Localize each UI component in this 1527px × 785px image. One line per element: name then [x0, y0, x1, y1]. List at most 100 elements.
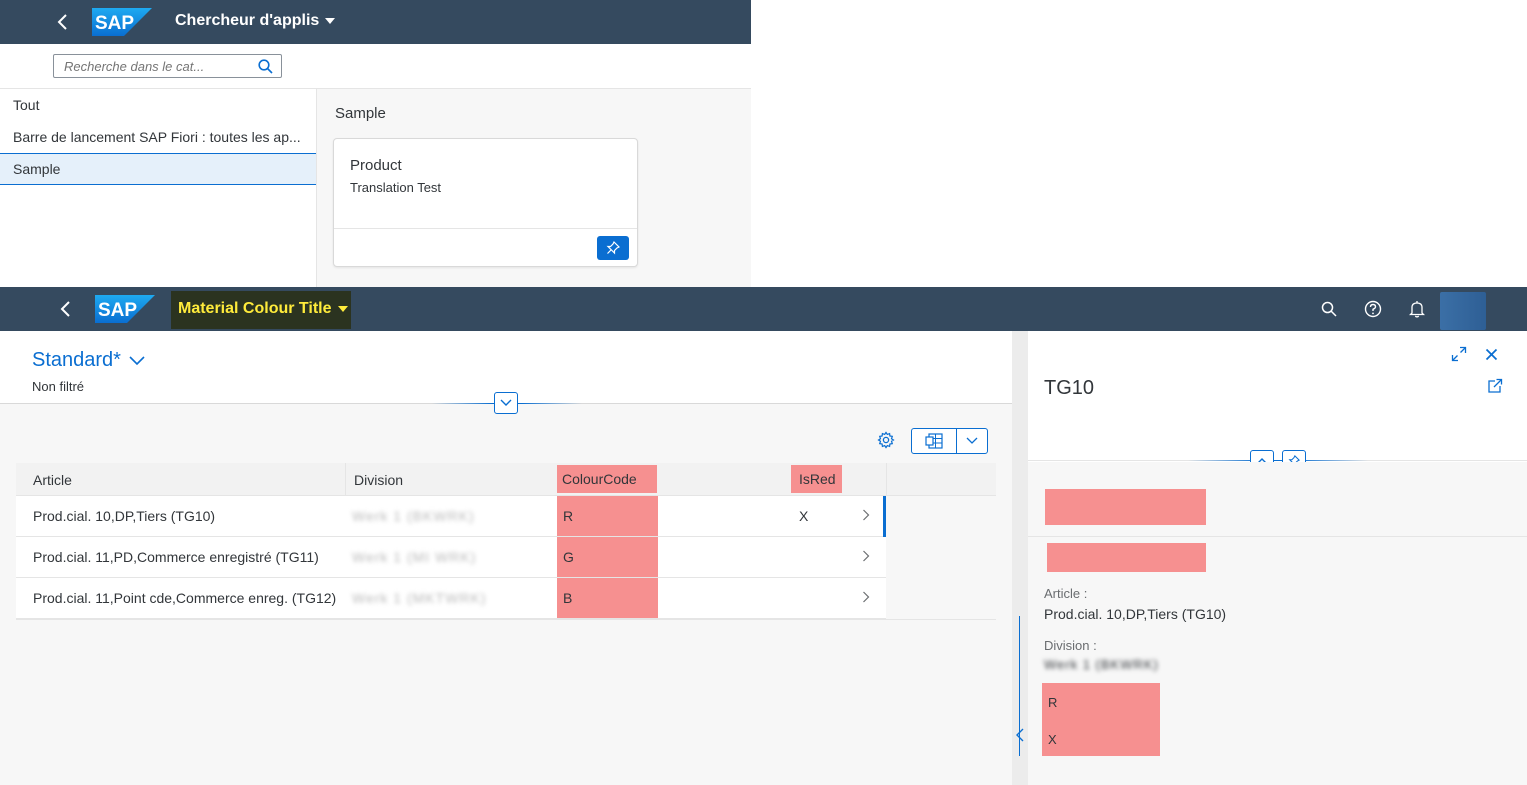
catalog-search-field[interactable] [53, 54, 282, 78]
field-value-colourcode: R [1048, 695, 1058, 710]
sap-logo[interactable]: SAP [95, 295, 155, 323]
finder-title: Chercheur d'applis [175, 12, 320, 29]
cell-division: Werk 1 (BKWRK) [352, 508, 475, 524]
pin-button[interactable] [597, 236, 629, 260]
cell-isred: X [799, 508, 809, 524]
fullscreen-button[interactable] [1449, 344, 1469, 364]
cell-article: Prod.cial. 11,Point cde,Commerce enreg. … [33, 590, 337, 606]
table-row[interactable]: Prod.cial. 11,Point cde,Commerce enreg. … [16, 578, 886, 619]
header-collapse-line [1188, 460, 1368, 461]
nav-item-label: Sample [13, 161, 61, 177]
field-value-division: Werk 1 (BKWRK) [1044, 657, 1159, 672]
share-button[interactable] [1485, 376, 1505, 396]
tile-subtitle: Translation Test [350, 180, 442, 195]
fullscreen-icon [1451, 346, 1467, 362]
catalog-content: Sample Product Translation Test [317, 89, 751, 287]
app-tile-product[interactable]: Product Translation Test [333, 138, 638, 267]
cell-division: Werk 1 (MKTWRK) [352, 590, 487, 606]
material-colour-app: SAP Material Colour Title Standard* Non … [0, 287, 1527, 785]
back-button[interactable] [53, 12, 73, 32]
caret-down-icon [325, 18, 336, 24]
search-icon[interactable] [258, 59, 273, 74]
header-collapse-button[interactable] [494, 392, 518, 414]
highlighted-field [1045, 489, 1206, 525]
chevron-left-icon[interactable] [1015, 728, 1025, 742]
app-title: Material Colour Title [178, 300, 332, 317]
detail-header: TG10 [1028, 331, 1527, 461]
user-avatar[interactable] [1440, 292, 1486, 330]
chevron-right-icon[interactable] [862, 509, 870, 521]
back-arrow-icon [60, 301, 70, 317]
chevron-right-icon[interactable] [862, 550, 870, 562]
nav-item-all[interactable]: Tout [0, 89, 316, 121]
table-settings-button[interactable] [877, 431, 897, 451]
app-finder-panel: SAP Chercheur d'applis Tout Barre de lan… [0, 0, 751, 287]
highlighted-field [1047, 543, 1206, 572]
app-shell-bar: SAP Material Colour Title [0, 287, 1527, 331]
close-button[interactable] [1481, 344, 1501, 364]
search-button[interactable] [1319, 299, 1339, 319]
filter-status: Non filtré [32, 379, 85, 394]
column-header-isred[interactable]: IsRed [791, 465, 842, 493]
cell-article: Prod.cial. 11,PD,Commerce enregistré (TG… [33, 549, 319, 565]
nav-item-fiori-launchpad[interactable]: Barre de lancement SAP Fiori : toutes le… [0, 121, 316, 153]
search-icon [1321, 301, 1337, 317]
chevron-down-icon [129, 355, 145, 365]
nav-item-label: Tout [13, 97, 40, 113]
app-title-menu[interactable]: Material Colour Title [178, 300, 348, 318]
cell-colourcode: G [557, 537, 658, 577]
tile-title: Product [350, 157, 402, 174]
object-detail-pane: TG10 Article : Prod.cial. 10,DP,Tiers (T… [1028, 331, 1527, 785]
export-dropdown-button[interactable] [957, 429, 987, 453]
finder-title-menu[interactable]: Chercheur d'applis [175, 12, 336, 30]
detail-content: Article : Prod.cial. 10,DP,Tiers (TG10) … [1028, 462, 1527, 785]
back-arrow-icon [57, 14, 67, 30]
group-title: Sample [335, 105, 386, 122]
column-header-colourcode[interactable]: ColourCode [557, 465, 657, 493]
field-label-division: Division : [1044, 638, 1097, 653]
spreadsheet-icon [925, 433, 943, 449]
highlighted-field-group: R X [1042, 683, 1160, 756]
pin-icon [606, 241, 620, 255]
column-separator [886, 463, 887, 496]
export-main-button[interactable] [912, 429, 958, 453]
field-label-article: Article : [1044, 586, 1088, 601]
table-row[interactable]: Prod.cial. 10,DP,Tiers (TG10) Werk 1 (BK… [16, 496, 886, 537]
layout-splitter[interactable] [1012, 331, 1028, 785]
field-value-isred: X [1048, 732, 1057, 747]
column-separator [345, 463, 346, 496]
help-icon [1364, 300, 1382, 318]
table-header: Article Division ColourCode IsRed [16, 463, 996, 496]
column-header-division[interactable]: Division [354, 463, 403, 496]
notifications-button[interactable] [1407, 299, 1427, 319]
field-value-article: Prod.cial. 10,DP,Tiers (TG10) [1044, 606, 1227, 622]
gear-icon [877, 431, 895, 449]
share-icon [1488, 378, 1503, 393]
finder-shell-bar: SAP Chercheur d'applis [0, 0, 751, 44]
help-button[interactable] [1363, 299, 1383, 319]
close-icon [1485, 348, 1497, 360]
variant-selector[interactable]: Standard* [32, 349, 145, 372]
cell-division: Werk 1 (MI WRK) [352, 549, 477, 565]
tile-footer-divider [334, 228, 637, 229]
cell-article: Prod.cial. 10,DP,Tiers (TG10) [33, 508, 216, 524]
nav-item-sample[interactable]: Sample [0, 153, 316, 185]
svg-text:SAP: SAP [98, 300, 137, 321]
chevron-down-icon [500, 399, 512, 406]
column-header-article[interactable]: Article [33, 463, 72, 496]
table-row[interactable]: Prod.cial. 11,PD,Commerce enregistré (TG… [16, 537, 886, 578]
export-button[interactable] [911, 428, 988, 454]
sap-logo[interactable]: SAP [92, 8, 152, 36]
nav-item-label: Barre de lancement SAP Fiori : toutes le… [13, 129, 301, 145]
back-button[interactable] [56, 299, 76, 319]
table-bottom-border [16, 619, 996, 620]
caret-down-icon [337, 306, 348, 312]
divider [1028, 536, 1527, 537]
chevron-down-icon [966, 437, 978, 444]
svg-text:SAP: SAP [95, 13, 134, 34]
catalog-nav-list: Tout Barre de lancement SAP Fiori : tout… [0, 89, 317, 287]
cell-colourcode: B [557, 578, 658, 618]
catalog-search-input[interactable] [54, 55, 254, 77]
row-navigated-marker [883, 496, 886, 537]
chevron-right-icon[interactable] [862, 591, 870, 603]
